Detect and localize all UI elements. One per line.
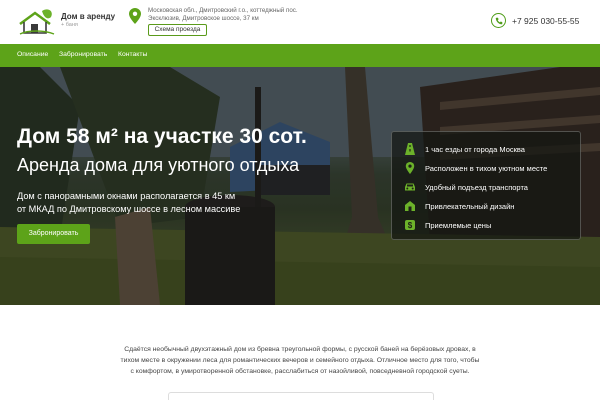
feature-item: 1 час езды от города Москва <box>404 143 579 157</box>
feature-item: Удобный подъезд транспорта <box>404 181 579 195</box>
feature-item: $ Приемлемые цены <box>404 219 579 233</box>
location-icon <box>405 162 415 174</box>
brand-subtitle: + баня <box>61 22 78 28</box>
nav-item-description[interactable]: Описание <box>17 51 48 58</box>
phone-icon[interactable] <box>491 13 506 28</box>
feature-label: Приемлемые цены <box>425 221 492 230</box>
nav-item-booking[interactable]: Забронировать <box>59 51 107 58</box>
features-panel: 1 час езды от города Москва Расположен в… <box>391 131 581 240</box>
feature-label: Привлекательный дизайн <box>425 202 515 211</box>
feature-label: Удобный подъезд транспорта <box>425 183 528 192</box>
design-icon <box>405 201 415 211</box>
address-line-2: Эксклюзив, Дмитровское шоссе, 37 км <box>148 15 259 22</box>
book-button[interactable]: Забронировать <box>17 224 90 244</box>
hero-description-line-2: от МКАД по Дмитровскому шоссе в лесном м… <box>17 204 241 214</box>
about-text-line-3: с комфортом, в умиротворенной обстановке… <box>130 368 470 375</box>
address-line-1: Московская обл., Дмитровский г.о., котте… <box>148 7 298 14</box>
hero-title: Дом 58 м² на участке 30 сот. <box>17 125 307 148</box>
feature-label: Расположен в тихом уютном месте <box>425 164 548 173</box>
hero-subtitle: Аренда дома для уютного отдыха <box>17 155 300 175</box>
about-text-line-1: Сдаётся необычный двухэтажный дом из бре… <box>124 346 476 353</box>
phone-number[interactable]: +7 925 030-55-55 <box>512 16 579 26</box>
hero-description-line-1: Дом с панорамными окнами располагается в… <box>17 191 236 201</box>
main-nav: Описание Забронировать Контакты <box>0 44 600 67</box>
svg-text:$: $ <box>408 221 413 230</box>
money-icon: $ <box>405 220 415 230</box>
hero-section: Дом 58 м² на участке 30 сот. Аренда дома… <box>0 67 600 305</box>
road-icon <box>405 143 415 155</box>
content-card-edge <box>168 392 434 400</box>
map-pin-icon <box>129 8 141 24</box>
house-logo-icon[interactable] <box>18 8 56 36</box>
feature-label: 1 час езды от города Москва <box>425 145 525 154</box>
about-section: Сдаётся необычный двухэтажный дом из бре… <box>0 305 600 400</box>
car-icon <box>405 183 415 191</box>
feature-item: Привлекательный дизайн <box>404 200 579 214</box>
about-text-line-2: тихом месте в окружении леса для романти… <box>120 357 480 364</box>
header: Дом в аренду + баня Московская обл., Дми… <box>0 0 600 44</box>
nav-item-contacts[interactable]: Контакты <box>118 51 147 58</box>
feature-item: Расположен в тихом уютном месте <box>404 162 579 176</box>
route-map-button[interactable]: Схема проезда <box>148 24 207 36</box>
brand-title[interactable]: Дом в аренду <box>61 12 115 21</box>
